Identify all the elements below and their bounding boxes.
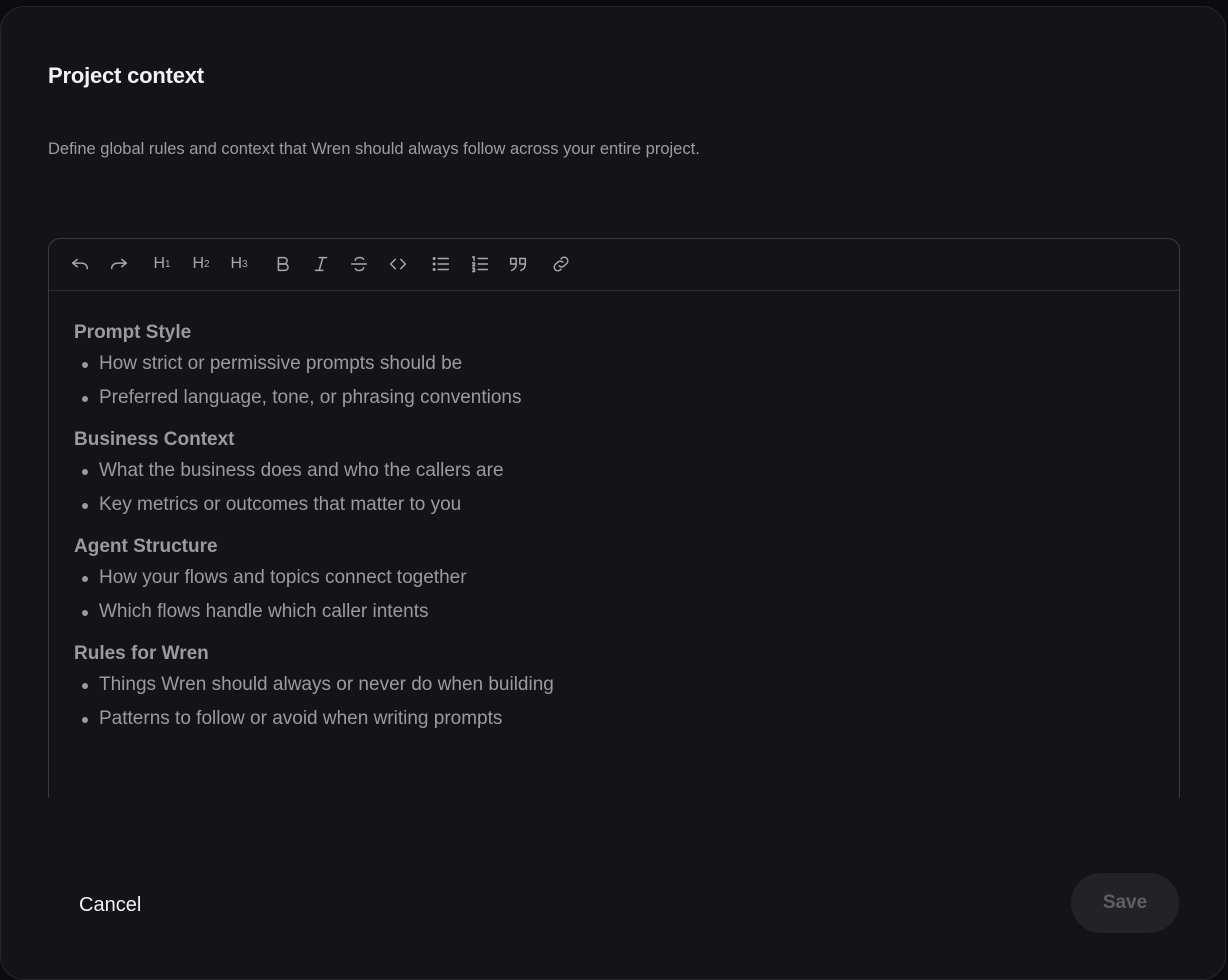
- heading-3-label: H: [230, 255, 242, 272]
- ordered-list-icon[interactable]: [467, 251, 493, 277]
- section-rules-for-wren: Rules for Wren Things Wren should always…: [74, 642, 1159, 741]
- section-heading: Rules for Wren: [74, 643, 209, 664]
- dialog-title: Project context: [48, 63, 204, 88]
- editor-toolbar: H1 H2 H3: [49, 239, 1179, 291]
- rich-text-editor[interactable]: H1 H2 H3 Prompt Style How strict or perm…: [48, 238, 1180, 798]
- heading-2-sub: 2: [204, 258, 210, 270]
- bullet-list-icon[interactable]: [428, 251, 454, 277]
- section-heading: Business Context: [74, 429, 235, 450]
- save-button[interactable]: Save: [1071, 873, 1179, 933]
- heading-2-label: H: [192, 255, 204, 272]
- list-item: What the business does and who the calle…: [74, 459, 1159, 493]
- section-heading: Agent Structure: [74, 536, 218, 557]
- bold-icon[interactable]: [270, 251, 296, 277]
- link-icon[interactable]: [548, 251, 574, 277]
- redo-icon[interactable]: [106, 251, 132, 277]
- section-agent-structure: Agent Structure How your flows and topic…: [74, 535, 1159, 634]
- list-item: Patterns to follow or avoid when writing…: [74, 707, 1159, 741]
- list-item: Preferred language, tone, or phrasing co…: [74, 386, 1159, 420]
- bullet-list: How strict or permissive prompts should …: [74, 352, 1159, 420]
- list-item: Things Wren should always or never do wh…: [74, 673, 1159, 707]
- dialog-description: Define global rules and context that Wre…: [48, 140, 700, 158]
- bullet-list: How your flows and topics connect togeth…: [74, 566, 1159, 634]
- list-item: Which flows handle which caller intents: [74, 600, 1159, 634]
- strikethrough-icon[interactable]: [346, 251, 372, 277]
- code-icon[interactable]: [385, 251, 411, 277]
- heading-1-sub: 1: [165, 258, 171, 270]
- italic-icon[interactable]: [308, 251, 334, 277]
- section-heading: Prompt Style: [74, 322, 192, 343]
- quote-icon[interactable]: [505, 251, 531, 277]
- section-business-context: Business Context What the business does …: [74, 428, 1159, 527]
- heading-3-icon[interactable]: H3: [226, 251, 252, 277]
- bullet-list: Things Wren should always or never do wh…: [74, 673, 1159, 741]
- heading-1-icon[interactable]: H1: [149, 251, 175, 277]
- list-item: How strict or permissive prompts should …: [74, 352, 1159, 386]
- heading-2-icon[interactable]: H2: [188, 251, 214, 277]
- heading-1-label: H: [153, 255, 165, 272]
- cancel-button[interactable]: Cancel: [79, 894, 141, 917]
- project-context-dialog: Project context Define global rules and …: [0, 6, 1226, 980]
- heading-3-sub: 3: [242, 258, 248, 270]
- editor-content[interactable]: Prompt Style How strict or permissive pr…: [74, 321, 1159, 749]
- list-item: How your flows and topics connect togeth…: [74, 566, 1159, 600]
- bullet-list: What the business does and who the calle…: [74, 459, 1159, 527]
- list-item: Key metrics or outcomes that matter to y…: [74, 493, 1159, 527]
- undo-icon[interactable]: [67, 251, 93, 277]
- section-prompt-style: Prompt Style How strict or permissive pr…: [74, 321, 1159, 420]
